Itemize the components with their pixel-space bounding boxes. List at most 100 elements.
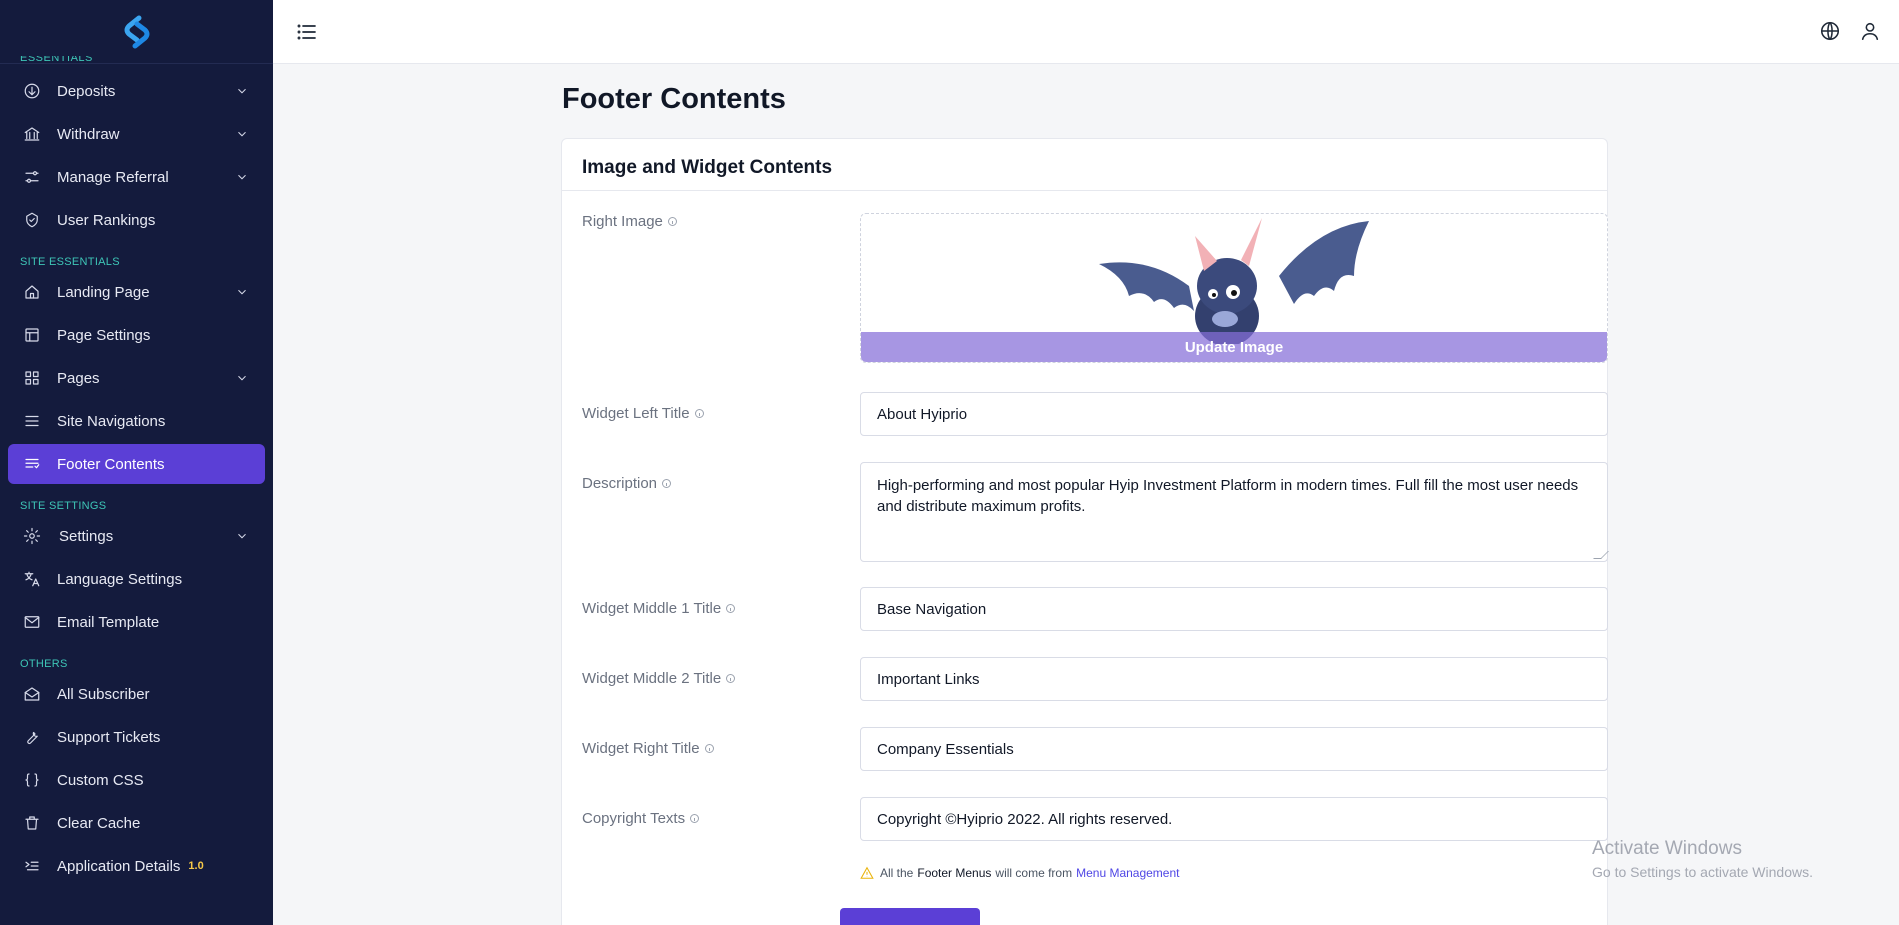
braces-icon bbox=[22, 770, 42, 790]
layout-icon bbox=[22, 325, 42, 345]
menu-icon bbox=[22, 411, 42, 431]
arrow-down-circle-icon bbox=[22, 81, 42, 101]
info-icon bbox=[726, 674, 736, 683]
label-text: Right Image bbox=[582, 213, 663, 230]
widget-middle-2-row: Widget Middle 2 Title Important Links bbox=[582, 657, 1608, 701]
watermark-title: Activate Windows bbox=[1592, 838, 1742, 859]
sidebar-item-label: Landing Page bbox=[57, 283, 150, 301]
widget-middle-1-label: Widget Middle 1 Title bbox=[582, 600, 736, 617]
label-text: Widget Middle 1 Title bbox=[582, 600, 722, 617]
gear-icon bbox=[22, 526, 42, 546]
terminal-icon bbox=[22, 856, 42, 876]
trash-icon bbox=[22, 813, 42, 833]
sidebar-item-application-details[interactable]: Application Details 1.0 bbox=[8, 846, 265, 886]
update-image-button[interactable]: Update Image bbox=[861, 332, 1607, 362]
chevron-down-icon bbox=[235, 127, 249, 141]
sidebar-item-withdraw[interactable]: Withdraw bbox=[8, 114, 265, 154]
sidebar-item-support-tickets[interactable]: Support Tickets bbox=[8, 717, 265, 757]
mail-open-icon bbox=[22, 684, 42, 704]
resize-handle-icon[interactable] bbox=[1593, 551, 1609, 559]
right-image-upload[interactable]: Update Image bbox=[860, 213, 1608, 363]
widget-middle-1-input[interactable]: Base Navigation bbox=[860, 587, 1608, 631]
globe-icon[interactable] bbox=[1819, 20, 1841, 42]
widget-left-title-input[interactable]: About Hyiprio bbox=[860, 392, 1608, 436]
sidebar-item-page-settings[interactable]: Page Settings bbox=[8, 315, 265, 355]
sidebar-item-label: Custom CSS bbox=[57, 771, 144, 789]
sidebar-item-language-settings[interactable]: Language Settings bbox=[8, 559, 265, 599]
sidebar-item-custom-css[interactable]: Custom CSS bbox=[8, 760, 265, 800]
label-text: Widget Middle 2 Title bbox=[582, 670, 722, 687]
note-bold-text: Footer Menus bbox=[917, 866, 992, 880]
sidebar-section-site-settings: SITE SETTINGS bbox=[20, 500, 107, 512]
widget-left-title-row: Widget Left Title About Hyiprio bbox=[582, 392, 1608, 436]
sidebar-item-label: All Subscriber bbox=[57, 685, 150, 703]
right-image-label: Right Image bbox=[582, 213, 677, 230]
sidebar-section-others: OTHERS bbox=[20, 658, 68, 670]
copyright-label: Copyright Texts bbox=[582, 810, 700, 827]
footer-menu-note: All the Footer Menus will come from Menu… bbox=[860, 866, 1180, 880]
sidebar-item-label: Application Details bbox=[57, 857, 181, 875]
widget-middle-2-input[interactable]: Important Links bbox=[860, 657, 1608, 701]
sidebar-item-label: Site Navigations bbox=[57, 412, 166, 430]
sidebar-item-label: Deposits bbox=[57, 82, 116, 100]
sidebar-section-cut: ESSENTIALS bbox=[20, 56, 93, 64]
watermark-subtitle: Go to Settings to activate Windows. bbox=[1592, 864, 1813, 880]
sidebar-item-label: Language Settings bbox=[57, 570, 183, 588]
sidebar-item-landing-page[interactable]: Landing Page bbox=[8, 272, 265, 312]
mail-icon bbox=[22, 612, 42, 632]
topbar bbox=[273, 0, 1899, 64]
chevron-down-icon bbox=[235, 371, 249, 385]
sidebar-item-settings[interactable]: Settings bbox=[8, 516, 265, 556]
label-text: Widget Left Title bbox=[582, 405, 690, 422]
logo[interactable] bbox=[0, 0, 273, 64]
description-textarea[interactable]: High-performing and most popular Hyip In… bbox=[860, 462, 1609, 562]
info-icon bbox=[704, 744, 714, 753]
sidebar-item-user-rankings[interactable]: User Rankings bbox=[8, 200, 265, 240]
chevron-down-icon bbox=[235, 170, 249, 184]
description-label: Description bbox=[582, 475, 672, 492]
sidebar-item-deposits[interactable]: Deposits bbox=[8, 71, 265, 111]
info-icon bbox=[667, 217, 677, 226]
footer-contents-card: Image and Widget Contents Right Image Up… bbox=[561, 138, 1609, 925]
sidebar-item-label: Email Template bbox=[57, 613, 160, 631]
sidebar-item-label: Pages bbox=[57, 369, 100, 387]
description-text: High-performing and most popular Hyip In… bbox=[877, 477, 1579, 515]
right-image-row: Right Image Update Image bbox=[582, 213, 1608, 363]
brand-logo-icon bbox=[124, 15, 149, 48]
wrench-icon bbox=[22, 727, 42, 747]
copyright-input[interactable]: Copyright ©Hyiprio 2022. All rights rese… bbox=[860, 797, 1608, 841]
label-text: Description bbox=[582, 475, 658, 492]
chevron-down-icon bbox=[235, 529, 249, 543]
sidebar-item-label: Footer Contents bbox=[57, 455, 165, 473]
sidebar-item-footer-contents[interactable]: Footer Contents bbox=[8, 444, 265, 484]
sidebar-item-site-navigations[interactable]: Site Navigations bbox=[8, 401, 265, 441]
sidebar-item-email-template[interactable]: Email Template bbox=[8, 602, 265, 642]
widget-right-row: Widget Right Title Company Essentials bbox=[582, 727, 1608, 771]
save-button[interactable] bbox=[840, 908, 980, 925]
bank-icon bbox=[22, 124, 42, 144]
widget-right-input[interactable]: Company Essentials bbox=[860, 727, 1608, 771]
version-badge: 1.0 bbox=[188, 860, 204, 872]
info-icon bbox=[694, 409, 704, 418]
sidebar-item-label: Support Tickets bbox=[57, 728, 161, 746]
sidebar-item-label: Page Settings bbox=[57, 326, 151, 344]
user-icon[interactable] bbox=[1859, 20, 1881, 42]
widget-middle-1-row: Widget Middle 1 Title Base Navigation bbox=[582, 587, 1608, 631]
translate-icon bbox=[22, 569, 42, 589]
menu-management-link[interactable]: Menu Management bbox=[1076, 866, 1179, 880]
sidebar-item-all-subscriber[interactable]: All Subscriber bbox=[8, 674, 265, 714]
chevron-down-icon bbox=[235, 285, 249, 299]
sidebar-item-label: User Rankings bbox=[57, 211, 156, 229]
menu-toggle-icon[interactable] bbox=[295, 20, 319, 44]
sidebar-item-label: Withdraw bbox=[57, 125, 120, 143]
label-text: Widget Right Title bbox=[582, 740, 700, 757]
widget-middle-2-label: Widget Middle 2 Title bbox=[582, 670, 736, 687]
sidebar-item-manage-referral[interactable]: Manage Referral bbox=[8, 157, 265, 197]
sidebar-section-site-essentials: SITE ESSENTIALS bbox=[20, 256, 120, 268]
page-title: Footer Contents bbox=[562, 83, 786, 115]
description-row: Description High-performing and most pop… bbox=[582, 462, 1609, 562]
sidebar-item-clear-cache[interactable]: Clear Cache bbox=[8, 803, 265, 843]
info-icon bbox=[662, 479, 672, 488]
sidebar-item-pages[interactable]: Pages bbox=[8, 358, 265, 398]
warning-icon bbox=[860, 866, 874, 880]
